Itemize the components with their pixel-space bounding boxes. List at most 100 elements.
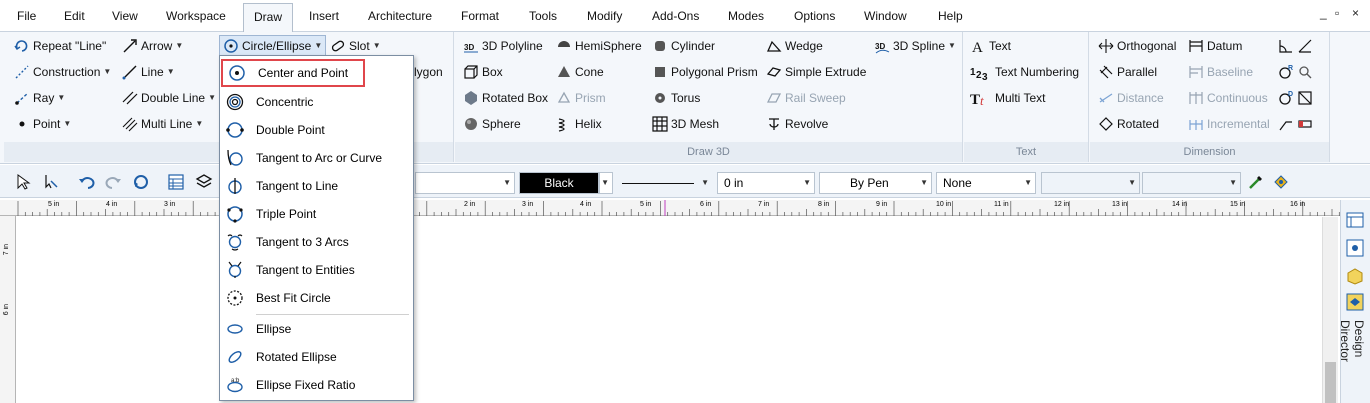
text-numbering-button[interactable]: 1 2 3 Text Numbering bbox=[970, 62, 1079, 82]
dropdown-item-center-and-point[interactable]: Center and Point bbox=[221, 59, 365, 87]
3d-spline-button[interactable]: 3D 3D Spline ▼ bbox=[874, 36, 956, 56]
rotated-box-button[interactable]: Rotated Box bbox=[463, 88, 548, 108]
parallel-button[interactable]: Parallel bbox=[1098, 62, 1157, 82]
3d-mesh-button[interactable]: 3D Mesh bbox=[652, 114, 719, 134]
properties-icon[interactable] bbox=[167, 173, 185, 191]
undo-icon[interactable] bbox=[78, 173, 96, 191]
circle-ellipse-button[interactable]: Circle/Ellipse ▼ bbox=[219, 35, 327, 57]
3d-polyline-button[interactable]: 3D 3D Polyline bbox=[463, 36, 543, 56]
redo-icon[interactable] bbox=[104, 173, 122, 191]
box-button[interactable]: Box bbox=[463, 62, 503, 82]
menu-file[interactable]: File bbox=[17, 9, 36, 23]
radius-dim-button[interactable]: R bbox=[1278, 62, 1316, 82]
menu-modes[interactable]: Modes bbox=[728, 9, 764, 23]
fill-select[interactable]: None ▼ bbox=[936, 172, 1036, 194]
panel-properties-icon[interactable] bbox=[1345, 210, 1365, 230]
restore-button[interactable]: ▫ bbox=[1335, 6, 1339, 20]
menu-draw[interactable]: Draw bbox=[243, 3, 294, 33]
dropdown-item-ellipse[interactable]: Ellipse bbox=[220, 316, 413, 342]
polygon-button[interactable]: lygon bbox=[414, 62, 443, 82]
menu-architecture[interactable]: Architecture bbox=[368, 9, 432, 23]
hemisphere-button[interactable]: HemiSphere bbox=[556, 36, 642, 56]
menu-workspace[interactable]: Workspace bbox=[166, 9, 226, 23]
wedge-button[interactable]: Wedge bbox=[766, 36, 823, 56]
panel-snap-icon[interactable] bbox=[1345, 238, 1365, 258]
line-button[interactable]: Line ▼ bbox=[122, 62, 175, 82]
dropdown-item-tangent-to-entities[interactable]: Tangent to Entities bbox=[220, 257, 413, 283]
group-select[interactable]: ▼ bbox=[1142, 172, 1241, 194]
rail-sweep-button[interactable]: Rail Sweep bbox=[766, 88, 846, 108]
datum-button[interactable]: Datum bbox=[1188, 36, 1242, 56]
color-select-arrow[interactable]: ▼ bbox=[599, 172, 613, 194]
point-button[interactable]: Point ▼ bbox=[14, 114, 71, 134]
design-director-tab[interactable]: Design Director bbox=[1338, 320, 1366, 400]
line-thickness-select[interactable]: 0 in ▼ bbox=[717, 172, 815, 194]
multi-line-button[interactable]: Multi Line ▼ bbox=[122, 114, 203, 134]
panel-3d-icon[interactable] bbox=[1345, 266, 1365, 286]
angular-dim-button[interactable] bbox=[1278, 36, 1316, 56]
repeat-icon[interactable] bbox=[132, 173, 150, 191]
select-icon[interactable] bbox=[14, 173, 32, 191]
menu-format[interactable]: Format bbox=[461, 9, 499, 23]
drawing-canvas[interactable] bbox=[17, 217, 1339, 403]
dropdown-item-best-fit-circle[interactable]: Best Fit Circle bbox=[220, 285, 413, 311]
svg-text:T: T bbox=[970, 92, 980, 106]
simple-extrude-button[interactable]: Simple Extrude bbox=[766, 62, 866, 82]
rotated-button[interactable]: Rotated bbox=[1098, 114, 1159, 134]
dropdown-item-tangent-to-line[interactable]: Tangent to Line bbox=[220, 173, 413, 199]
revolve-button[interactable]: Revolve bbox=[766, 114, 828, 134]
menu-options[interactable]: Options bbox=[794, 9, 835, 23]
menu-modify[interactable]: Modify bbox=[587, 9, 622, 23]
repeat-line-button[interactable]: Repeat "Line" bbox=[14, 36, 106, 56]
color-picker-icon[interactable] bbox=[1247, 173, 1265, 191]
vertical-scrollbar[interactable] bbox=[1322, 217, 1338, 403]
construction-button[interactable]: Construction ▼ bbox=[14, 62, 111, 82]
cylinder-button[interactable]: Cylinder bbox=[652, 36, 715, 56]
sphere-button[interactable]: Sphere bbox=[463, 114, 521, 134]
paint-bucket-icon[interactable] bbox=[1272, 173, 1290, 191]
color-select[interactable]: Black bbox=[519, 172, 599, 194]
dropdown-item-rotated-ellipse[interactable]: Rotated Ellipse bbox=[220, 344, 413, 370]
menu-help[interactable]: Help bbox=[938, 9, 963, 23]
dropdown-item-concentric[interactable]: Concentric bbox=[220, 89, 413, 115]
slot-button[interactable]: Slot ▼ bbox=[330, 36, 381, 56]
menu-addons[interactable]: Add-Ons bbox=[652, 9, 699, 23]
minimize-button[interactable]: _ bbox=[1320, 6, 1327, 20]
text-button[interactable]: A Text bbox=[970, 36, 1011, 56]
cylinder-icon bbox=[652, 38, 668, 54]
layer-select[interactable]: ▼ bbox=[1041, 172, 1140, 194]
torus-button[interactable]: Torus bbox=[652, 88, 700, 108]
orthogonal-button[interactable]: Orthogonal bbox=[1098, 36, 1176, 56]
dropdown-item-ellipse-fixed-ratio[interactable]: a:b Ellipse Fixed Ratio bbox=[220, 372, 413, 398]
ray-button[interactable]: Ray ▼ bbox=[14, 88, 65, 108]
line-pattern-select[interactable]: ▼ bbox=[617, 172, 713, 194]
dropdown-item-triple-point[interactable]: Triple Point bbox=[220, 201, 413, 227]
diameter-dim-button[interactable]: D bbox=[1278, 88, 1316, 108]
panel-layers-icon[interactable] bbox=[1345, 292, 1365, 312]
menu-insert[interactable]: Insert bbox=[309, 9, 339, 23]
prism-button[interactable]: Prism bbox=[556, 88, 606, 108]
distance-button[interactable]: Distance bbox=[1098, 88, 1164, 108]
node-edit-icon[interactable] bbox=[42, 173, 60, 191]
menu-window[interactable]: Window bbox=[864, 9, 907, 23]
dropdown-item-double-point[interactable]: Double Point bbox=[220, 117, 413, 143]
multi-text-button[interactable]: Tt Multi Text bbox=[970, 88, 1045, 108]
menu-edit[interactable]: Edit bbox=[64, 9, 85, 23]
arrow-button[interactable]: Arrow ▼ bbox=[122, 36, 183, 56]
pen-select[interactable]: By Pen ▼ bbox=[819, 172, 932, 194]
dropdown-item-tangent-to-3-arcs[interactable]: Tangent to 3 Arcs bbox=[220, 229, 413, 255]
double-line-button[interactable]: Double Line ▼ bbox=[122, 88, 216, 108]
layers-icon[interactable] bbox=[195, 173, 213, 191]
menu-tools[interactable]: Tools bbox=[529, 9, 557, 23]
baseline-button[interactable]: Baseline bbox=[1188, 62, 1253, 82]
incremental-button[interactable]: Incremental bbox=[1188, 114, 1270, 134]
polygonal-prism-button[interactable]: Polygonal Prism bbox=[652, 62, 758, 82]
menu-view[interactable]: View bbox=[112, 9, 138, 23]
leader-button[interactable] bbox=[1278, 114, 1316, 134]
dropdown-item-tangent-to-arc[interactable]: Tangent to Arc or Curve bbox=[220, 145, 413, 171]
helix-button[interactable]: Helix bbox=[556, 114, 602, 134]
close-button[interactable]: × bbox=[1352, 6, 1359, 20]
cone-button[interactable]: Cone bbox=[556, 62, 604, 82]
linestyle-select[interactable]: ▼ bbox=[415, 172, 515, 194]
continuous-button[interactable]: Continuous bbox=[1188, 88, 1268, 108]
